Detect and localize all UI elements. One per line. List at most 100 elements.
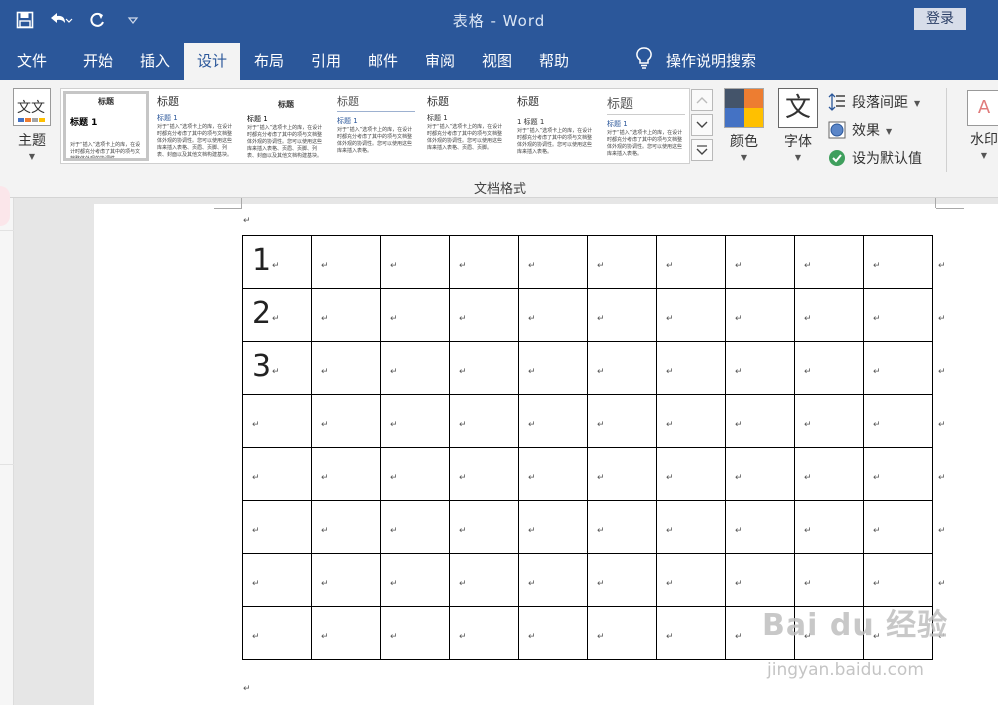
tell-me-search[interactable]: 操作说明搜索 — [636, 40, 756, 80]
tab-design[interactable]: 设计 — [184, 43, 240, 80]
document-table[interactable]: 1 ↵ ↵ ↵ ↵ ↵ ↵ ↵ ↵ ↵ ↵ 2 ↵ ↵ ↵ ↵ ↵ ↵ ↵ ↵ ↵ ↵ 3 ↵ ↵ ↵ ↵ ↵ ↵ ↵ ↵ ↵ ↵ ↵ ↵ ↵ ↵ ↵ ↵ ↵… — [242, 235, 933, 660]
table-cell[interactable]: ↵ — [518, 606, 588, 660]
table-cell[interactable]: ↵ — [380, 500, 450, 554]
table-cell[interactable]: ↵ — [311, 288, 381, 342]
gallery-more-button[interactable] — [691, 139, 713, 161]
table-cell[interactable]: ↵ — [242, 500, 312, 554]
table-cell[interactable]: ↵ — [794, 394, 864, 448]
table-cell[interactable]: ↵ — [587, 500, 657, 554]
table-cell[interactable]: ↵ — [794, 500, 864, 554]
table-cell[interactable]: ↵ — [311, 394, 381, 448]
table-cell[interactable]: ↵ — [725, 394, 795, 448]
table-cell[interactable]: ↵ — [863, 447, 933, 501]
table-cell[interactable]: ↵ — [380, 235, 450, 289]
tab-mailings[interactable]: 邮件 — [354, 43, 412, 80]
table-cell[interactable]: ↵ — [311, 235, 381, 289]
table-cell[interactable]: ↵ — [380, 553, 450, 607]
table-cell[interactable]: ↵ — [449, 394, 519, 448]
tab-insert[interactable]: 插入 — [126, 43, 184, 80]
style-set-item[interactable]: 标题 标题 1 对于“插入”选项卡上的库，在设计时都充分考虑了其中的项与文档整体… — [63, 91, 149, 161]
table-cell[interactable]: ↵ — [656, 500, 726, 554]
table-cell[interactable]: ↵ — [656, 288, 726, 342]
table-cell[interactable]: ↵ — [863, 553, 933, 607]
watermark-button[interactable]: A 水印 ▼ — [964, 90, 998, 160]
table-cell[interactable]: ↵ — [380, 288, 450, 342]
tab-review[interactable]: 审阅 — [412, 43, 468, 80]
table-cell[interactable]: ↵ — [656, 394, 726, 448]
table-cell[interactable]: ↵ — [656, 235, 726, 289]
table-cell[interactable]: 2 ↵ — [242, 288, 312, 342]
table-cell[interactable]: ↵ — [242, 606, 312, 660]
table-cell[interactable]: ↵ — [449, 235, 519, 289]
table-cell[interactable]: ↵ — [449, 341, 519, 395]
gallery-down-button[interactable] — [691, 114, 713, 136]
table-cell[interactable]: ↵ — [656, 447, 726, 501]
tab-file[interactable]: 文件 — [4, 43, 60, 80]
table-cell[interactable]: ↵ — [449, 553, 519, 607]
gallery-up-button[interactable] — [691, 89, 713, 111]
tab-layout[interactable]: 布局 — [240, 43, 298, 80]
table-cell[interactable]: ↵ — [449, 606, 519, 660]
table-cell[interactable]: ↵ — [380, 341, 450, 395]
table-cell[interactable]: ↵ — [725, 288, 795, 342]
table-cell[interactable]: ↵ — [794, 447, 864, 501]
table-cell[interactable]: ↵ — [311, 606, 381, 660]
table-cell[interactable]: ↵ — [725, 447, 795, 501]
table-cell[interactable]: 1 ↵ — [242, 235, 312, 289]
table-cell[interactable]: ↵ — [518, 394, 588, 448]
table-cell[interactable]: ↵ — [449, 447, 519, 501]
table-cell[interactable]: ↵ — [518, 288, 588, 342]
themes-button[interactable]: 文文 主题 ▼ — [10, 88, 54, 161]
table-cell[interactable]: ↵ — [311, 341, 381, 395]
table-cell[interactable]: ↵ — [380, 394, 450, 448]
table-cell[interactable]: ↵ — [242, 447, 312, 501]
table-cell[interactable]: ↵ — [725, 553, 795, 607]
table-cell[interactable]: ↵ — [311, 500, 381, 554]
table-cell[interactable]: ↵ — [518, 341, 588, 395]
table-cell[interactable]: ↵ — [656, 553, 726, 607]
table-cell[interactable]: ↵ — [587, 553, 657, 607]
style-set-item[interactable]: 标题 标题 1 对于“插入”选项卡上的库，在设计时都充分考虑了其中的项与文档整体… — [153, 91, 239, 161]
table-cell[interactable]: ↵ — [656, 606, 726, 660]
table-cell[interactable]: ↵ — [725, 500, 795, 554]
table-cell[interactable]: ↵ — [518, 500, 588, 554]
table-cell[interactable]: ↵ — [449, 288, 519, 342]
table-cell[interactable]: ↵ — [725, 235, 795, 289]
table-cell[interactable]: ↵ — [518, 235, 588, 289]
table-cell[interactable]: ↵ — [587, 341, 657, 395]
table-cell[interactable]: ↵ — [380, 447, 450, 501]
table-cell[interactable]: ↵ — [311, 447, 381, 501]
paragraph-spacing-button[interactable]: 段落间距 ▼ — [828, 88, 938, 116]
style-set-item[interactable]: 标题 标题 1 对于“插入”选项卡上的库，在设计时都充分考虑了其中的项与文档整体… — [243, 91, 329, 161]
table-cell[interactable]: ↵ — [863, 235, 933, 289]
tab-view[interactable]: 视图 — [468, 43, 526, 80]
table-cell[interactable]: ↵ — [380, 606, 450, 660]
table-cell[interactable]: ↵ — [449, 500, 519, 554]
table-cell[interactable]: ↵ — [242, 394, 312, 448]
table-cell[interactable]: ↵ — [518, 553, 588, 607]
table-cell[interactable]: ↵ — [587, 447, 657, 501]
table-cell[interactable]: ↵ — [794, 553, 864, 607]
table-cell[interactable]: 3 ↵ — [242, 341, 312, 395]
colors-button[interactable]: 颜色 ▼ — [722, 88, 766, 162]
tab-references[interactable]: 引用 — [298, 43, 354, 80]
style-set-item[interactable]: 标题 1 标题 1 对于“插入”选项卡上的库，在设计时都充分考虑了其中的项与文档… — [513, 91, 599, 161]
fonts-button[interactable]: 文 字体 ▼ — [776, 88, 820, 162]
table-cell[interactable]: ↵ — [587, 394, 657, 448]
table-cell[interactable]: ↵ — [863, 288, 933, 342]
table-cell[interactable]: ↵ — [863, 341, 933, 395]
tab-home[interactable]: 开始 — [70, 43, 126, 80]
table-cell[interactable]: ↵ — [794, 235, 864, 289]
set-as-default-button[interactable]: 设为默认值 — [828, 144, 938, 172]
table-cell[interactable]: ↵ — [587, 288, 657, 342]
table-cell[interactable]: ↵ — [242, 553, 312, 607]
table-cell[interactable]: ↵ — [587, 606, 657, 660]
table-cell[interactable]: ↵ — [518, 447, 588, 501]
table-cell[interactable]: ↵ — [311, 553, 381, 607]
table-cell[interactable]: ↵ — [794, 288, 864, 342]
style-set-item[interactable]: 标题 标题 1 对于“插入”选项卡上的库，在设计时都充分考虑了其中的项与文档整体… — [423, 91, 509, 161]
table-cell[interactable]: ↵ — [863, 394, 933, 448]
style-set-item[interactable]: 标题 标题 1 对于“插入”选项卡上的库，在设计时都充分考虑了其中的项与文档整体… — [333, 91, 419, 161]
effects-button[interactable]: 效果 ▼ — [828, 116, 938, 144]
tab-help[interactable]: 帮助 — [526, 43, 582, 80]
